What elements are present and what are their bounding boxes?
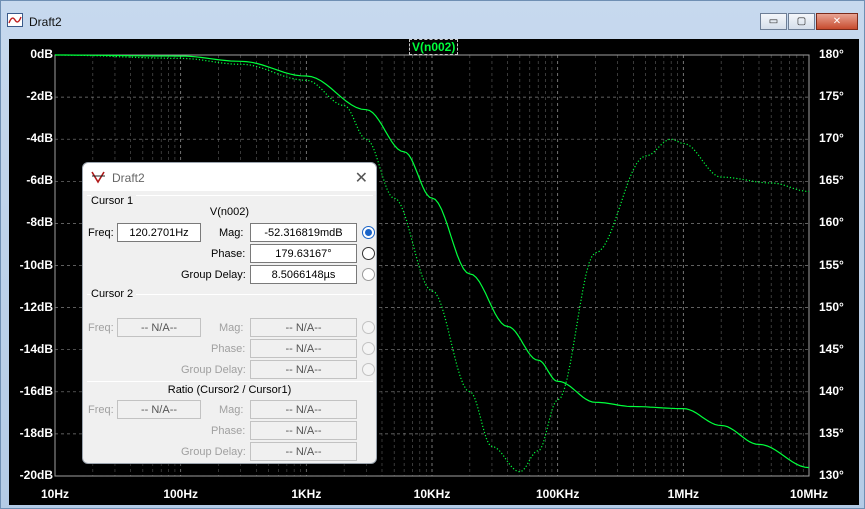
window-title: Draft2 [29,15,62,29]
cursor1-delay-radio[interactable] [362,268,375,281]
minimize-button[interactable]: ▭ [760,13,787,30]
cursor1-phase-label: Phase: [211,248,246,260]
waveform-app-icon [7,13,23,27]
ratio-phase-label: Phase: [211,425,246,437]
cursor1-freq-label: Freq: [88,227,114,239]
y2-tick-label: 175° [819,89,844,104]
cursor1-freq-field[interactable]: 120.2701Hz [117,223,201,242]
y-tick-label: -4dB [26,131,53,146]
y2-tick-label: 135° [819,425,844,440]
cursor1-phase-radio[interactable] [362,247,375,260]
y2-tick-label: 170° [819,131,844,146]
cursor2-mag-radio [362,321,375,334]
ratio-heading: Ratio (Cursor2 / Cursor1) [167,384,292,396]
cursor2-delay-field: -- N/A-- [250,360,357,379]
x-tick-label: 100Hz [163,487,198,501]
y-tick-label: -14dB [19,341,53,356]
y-tick-label: -12dB [19,299,53,314]
x-tick-label: 10KHz [413,487,451,501]
y2-tick-label: 155° [819,257,844,272]
trace-label[interactable]: V(n002) [409,39,459,55]
y2-tick-label: 160° [819,215,844,230]
ratio-delay-field: -- N/A-- [250,442,357,461]
y2-tick-label: 130° [819,468,844,482]
waveform-dialog-icon [91,171,105,184]
title-bar[interactable]: Draft2 ▭ ▢ ✕ [1,1,864,39]
y-tick-label: -6dB [26,173,53,188]
y2-tick-label: 140° [819,383,844,398]
cursor2-mag-label: Mag: [219,322,244,334]
cursor2-phase-label: Phase: [211,343,246,355]
ratio-freq-label: Freq: [88,404,114,416]
cursor-dialog: Draft2 ✕ Cursor 1 V(n002) Freq: 120.2701… [82,162,377,464]
separator [87,381,373,382]
window-controls: ▭ ▢ ✕ [760,13,858,30]
cursor1-delay-field[interactable]: 8.5066148µs [250,265,357,284]
y2-tick-label: 145° [819,341,844,356]
x-tick-label: 10Hz [40,487,70,501]
dialog-title: Draft2 [112,171,145,185]
x-tick-label: 1KHz [291,487,322,501]
cursor2-phase-field: -- N/A-- [250,339,357,358]
ratio-mag-label: Mag: [219,404,244,416]
app-window: Draft2 ▭ ▢ ✕ 0dB -2dB -4dB -6dB -8dB -10dB -12… [0,0,865,509]
cursor2-mag-field: -- N/A-- [250,318,357,337]
cursor2-freq-field: -- N/A-- [117,318,201,337]
ratio-mag-field: -- N/A-- [250,400,357,419]
ratio-freq-field: -- N/A-- [117,400,201,419]
restore-button[interactable]: ▢ [788,13,815,30]
y-tick-label: -20dB [19,468,53,482]
cursor2-heading: Cursor 2 [91,288,137,300]
y2-tick-label: 165° [819,173,844,188]
ratio-phase-field: -- N/A-- [250,421,357,440]
cursor1-phase-field[interactable]: 179.63167° [250,244,357,263]
x-tick-label: 10MHz [789,487,829,501]
cursor2-phase-radio [362,342,375,355]
y-tick-label: -18dB [19,425,53,440]
restore-icon: ▢ [796,16,807,27]
y2-tick-label: 150° [819,299,844,314]
cursor2-freq-label: Freq: [88,322,114,334]
cursor1-delay-label: Group Delay: [181,269,246,281]
close-icon: ✕ [832,16,842,27]
y-tick-label: -8dB [26,215,53,230]
y-tick-label: -16dB [19,383,53,398]
x-tick-label: 100KHz [535,487,580,501]
cursor1-trace: V(n002) [209,206,250,218]
x-tick-label: 1MHz [667,487,699,501]
close-button[interactable]: ✕ [816,13,858,30]
y-tick-label: -10dB [19,257,53,272]
cursor1-mag-field[interactable]: -52.316819mdB [250,223,357,242]
cursor2-delay-label: Group Delay: [181,364,246,376]
y2-tick-label: 180° [819,47,844,61]
ratio-delay-label: Group Delay: [181,446,246,458]
y-tick-label: 0dB [30,47,53,61]
cursor1-mag-label: Mag: [219,227,244,239]
minimize-icon: ▭ [768,16,779,27]
dialog-close-icon[interactable]: ✕ [355,168,368,188]
cursor2-delay-radio [362,363,375,376]
y-tick-label: -2dB [26,89,53,104]
dialog-title-bar[interactable]: Draft2 ✕ [83,163,376,191]
cursor1-mag-radio[interactable] [362,226,375,239]
